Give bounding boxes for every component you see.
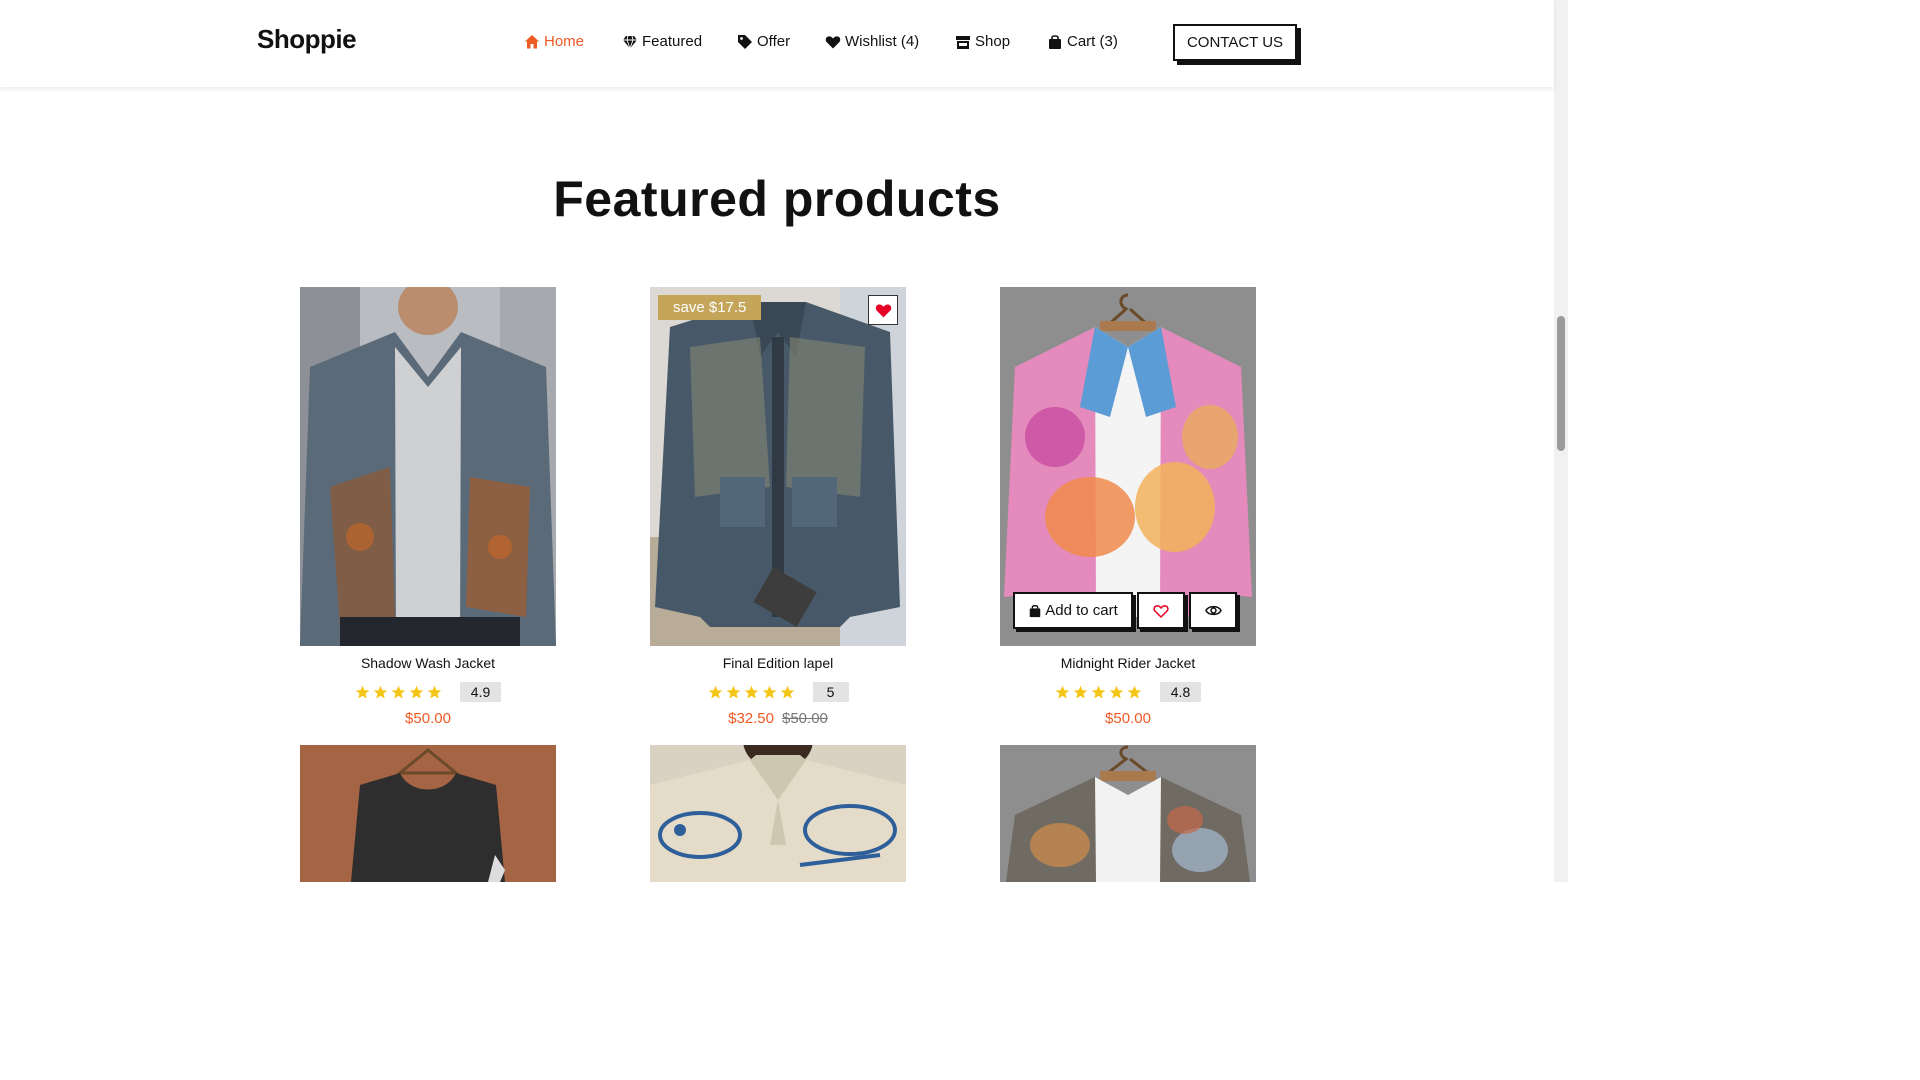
price: $50.00: [1105, 710, 1151, 727]
quick-view-button[interactable]: [1189, 592, 1237, 629]
diamond-icon: [623, 35, 637, 50]
product-image[interactable]: save $17.5: [650, 287, 906, 646]
add-to-wishlist-button[interactable]: [1137, 592, 1185, 629]
product-rating: 5: [650, 682, 906, 702]
nav-home-label: Home: [544, 33, 585, 50]
section-title: Featured products: [553, 171, 1001, 227]
scrollbar-thumb[interactable]: [1557, 316, 1565, 451]
nav-shop-label: Shop: [975, 33, 1011, 50]
product-price: $50.00: [1000, 710, 1256, 727]
product-rating: 4.9: [300, 682, 556, 702]
product-card[interactable]: save $17.5 Final Edition lapel 5 $32.50 …: [650, 287, 906, 727]
star-icon: [726, 685, 740, 698]
star-icon: [1055, 685, 1070, 698]
add-to-cart-label: Add to cart: [1045, 602, 1118, 619]
store-icon: [956, 35, 970, 49]
star-icon: [1073, 685, 1088, 698]
add-to-cart-button[interactable]: Add to cart: [1013, 592, 1133, 629]
star-icon: [762, 685, 776, 698]
star-icon: [1091, 685, 1106, 698]
product-image[interactable]: [650, 745, 906, 882]
nav-wishlist-label: Wishlist (4): [845, 33, 920, 50]
save-badge: save $17.5: [658, 295, 762, 320]
star-icon: [1127, 685, 1142, 698]
product-name[interactable]: Midnight Rider Jacket: [1000, 655, 1256, 673]
nav-shop[interactable]: Shop: [955, 33, 1010, 50]
nav-cart[interactable]: Cart (3): [1047, 33, 1118, 50]
star-icon: [744, 685, 758, 698]
rating-value: 5: [812, 682, 849, 702]
contact-us-button[interactable]: CONTACT US: [1173, 24, 1297, 61]
product-name[interactable]: Shadow Wash Jacket: [300, 655, 556, 673]
tag-icon: [738, 34, 752, 49]
rating-stars: [355, 685, 442, 700]
rating-stars: [708, 685, 795, 700]
home-icon: [525, 34, 539, 48]
heart-outline-icon: [1153, 604, 1169, 618]
logo[interactable]: Shoppie: [257, 24, 357, 55]
star-icon: [1109, 685, 1124, 698]
product-card[interactable]: [1000, 745, 1256, 882]
star-icon: [409, 685, 424, 698]
product-price: $50.00: [300, 710, 556, 727]
heart-filled-icon: [875, 303, 891, 317]
star-icon: [708, 685, 722, 698]
bag-icon: [1049, 34, 1061, 49]
product-image[interactable]: Add to cart: [1000, 287, 1256, 646]
jacket-photo: [300, 287, 556, 646]
product-image[interactable]: [1000, 745, 1256, 882]
nav-home[interactable]: Home: [524, 33, 584, 50]
price: $50.00: [405, 710, 451, 727]
nav-featured[interactable]: Featured: [622, 33, 702, 50]
product-name[interactable]: Final Edition lapel: [650, 655, 906, 673]
nav-offer-label: Offer: [757, 33, 791, 50]
product-image[interactable]: [300, 745, 556, 882]
rating-stars: [1055, 685, 1142, 700]
star-icon: [355, 685, 370, 698]
bag-icon: [1029, 604, 1041, 617]
product-card[interactable]: [300, 745, 556, 882]
star-icon: [427, 685, 442, 698]
nav-cart-label: Cart (3): [1067, 33, 1118, 50]
old-price: $50.00: [782, 710, 828, 727]
star-icon: [780, 685, 794, 698]
star-icon: [373, 685, 388, 698]
heart-icon: [825, 35, 841, 48]
rating-value: 4.9: [459, 682, 502, 702]
nav-featured-label: Featured: [642, 33, 703, 50]
product-rating: 4.8: [1000, 682, 1256, 702]
nav-wishlist[interactable]: Wishlist (4): [825, 33, 919, 50]
rating-value: 4.8: [1159, 682, 1202, 702]
product-card[interactable]: Add to cart Midnight Rider Jacket 4.8 $5…: [1000, 287, 1256, 727]
star-icon: [391, 685, 406, 698]
product-card[interactable]: [650, 745, 906, 882]
product-image[interactable]: [300, 287, 556, 646]
jacket-photo: [650, 287, 906, 646]
nav-offer[interactable]: Offer: [737, 33, 790, 50]
shirt-photo: [650, 745, 906, 882]
jacket-photo: [1000, 745, 1256, 882]
product-actions: Add to cart: [1013, 592, 1237, 629]
price: $32.50: [728, 710, 774, 727]
wishlist-toggle[interactable]: [868, 295, 898, 325]
product-price: $32.50 $50.00: [650, 710, 906, 727]
tank-top-photo: [300, 745, 556, 882]
eye-icon: [1204, 605, 1222, 616]
scrollbar[interactable]: [1554, 0, 1568, 882]
site-header: Shoppie Home Featured Offer Wishlist (4)…: [0, 0, 1554, 87]
product-card[interactable]: Shadow Wash Jacket 4.9 $50.00: [300, 287, 556, 727]
